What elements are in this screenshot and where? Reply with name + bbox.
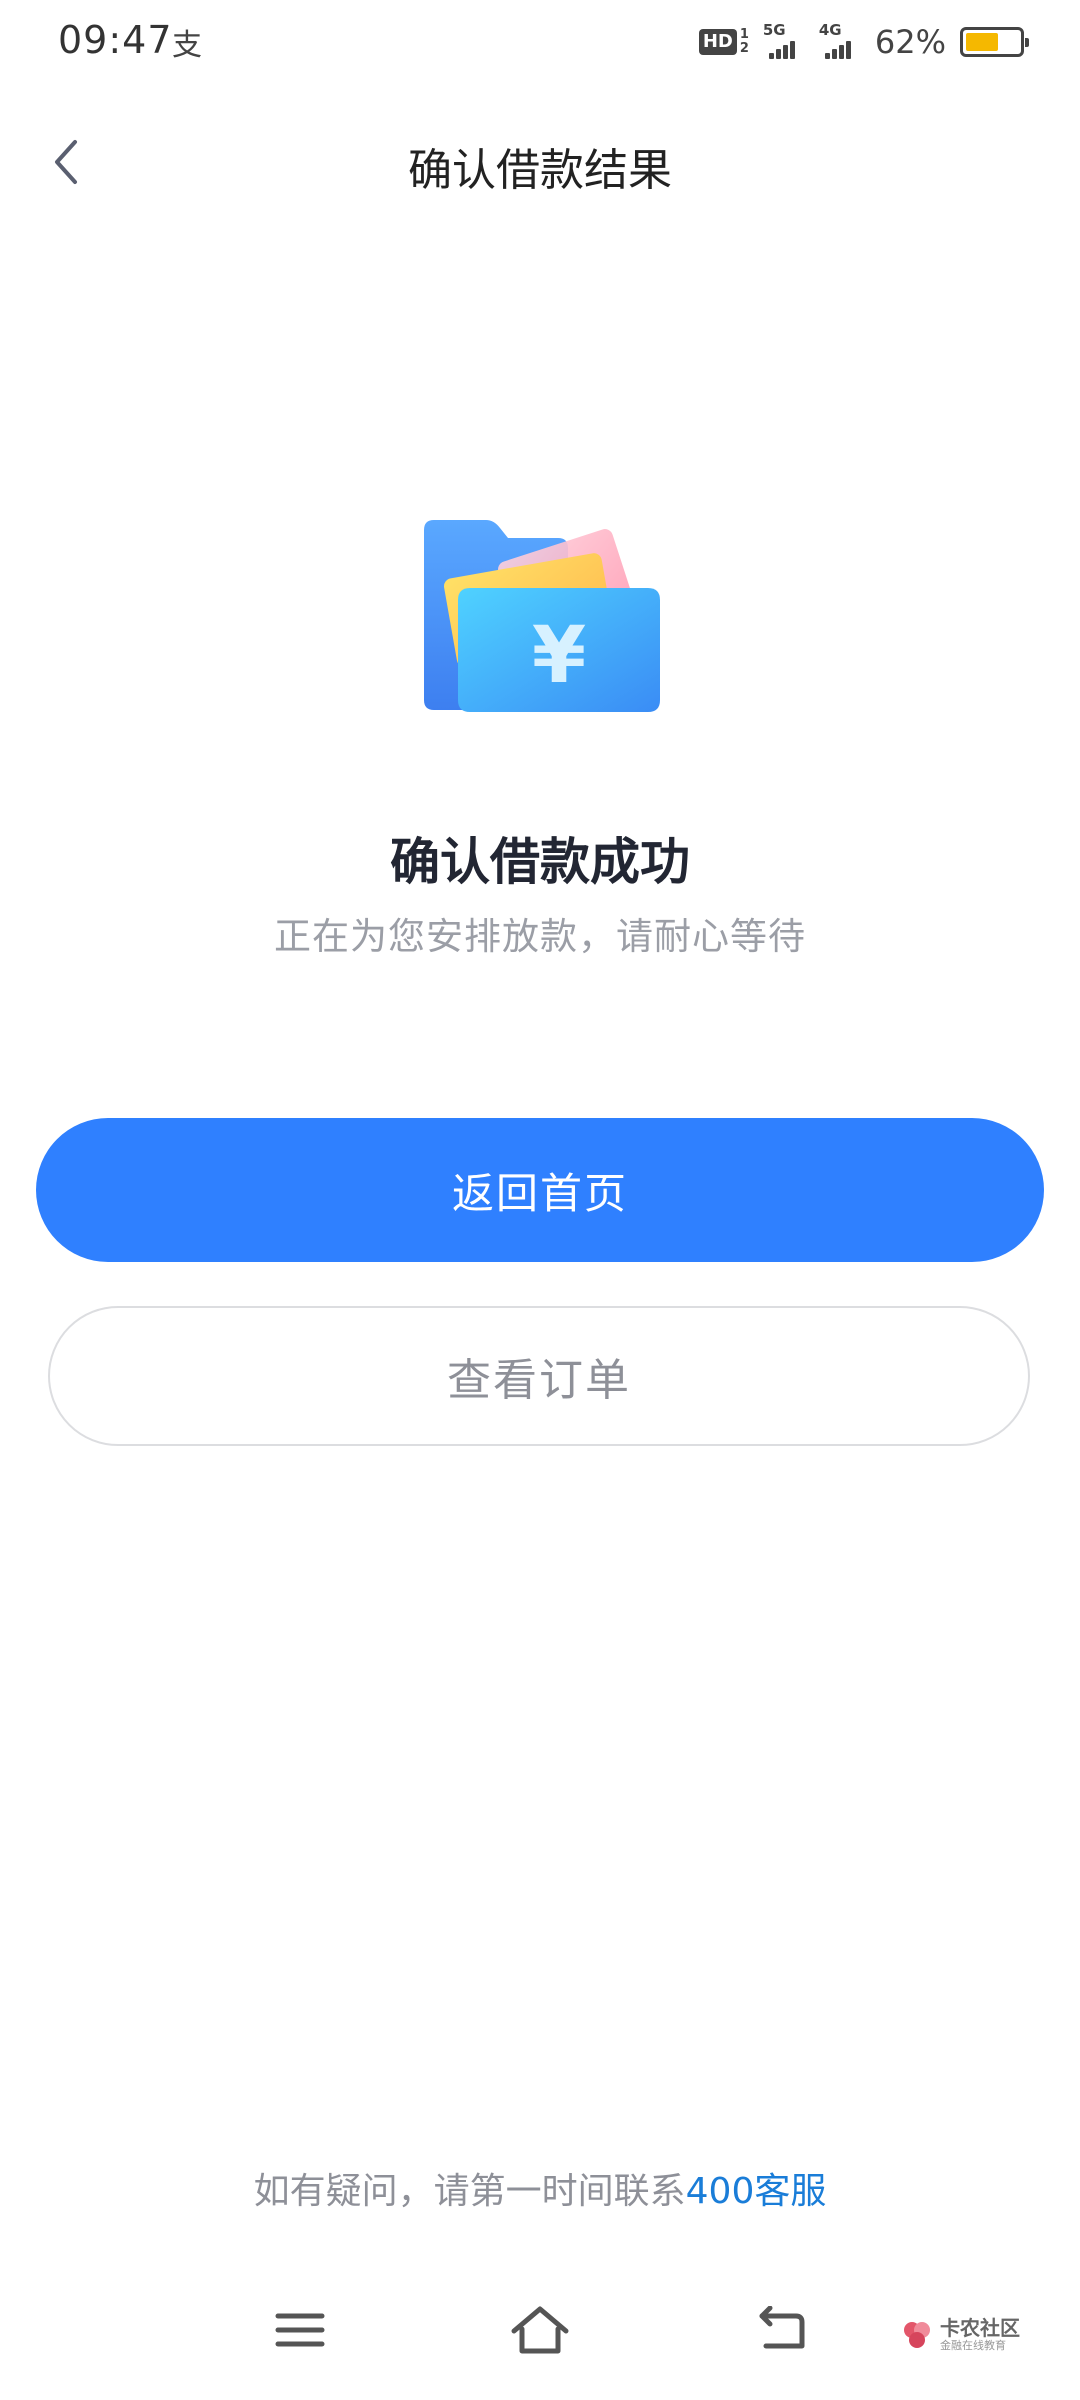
kanong-watermark-logo: 卡农社区 金融在线教育 — [900, 2310, 1030, 2360]
watermark-text: 卡农社区 金融在线教育 — [940, 2317, 1020, 2353]
app-header: 确认借款结果 — [0, 110, 1080, 220]
signal-5g-icon: 5G — [763, 21, 805, 59]
back-arrow-icon — [759, 2306, 805, 2349]
alipay-notification-icon: 支 — [172, 28, 202, 63]
signal-4g-icon: 4G — [819, 21, 861, 59]
customer-service-link[interactable]: 400客服 — [686, 2171, 827, 2212]
hd-voice-icon: HD 1 2 — [698, 28, 749, 56]
battery-tip — [1025, 38, 1029, 47]
result-subtitle: 正在为您安排放款，请耐心等待 — [274, 915, 806, 958]
help-line: 如有疑问，请第一时间联系400客服 — [0, 2162, 1080, 2214]
nav-back-button[interactable] — [740, 2290, 820, 2370]
hd-sub-top: 1 — [739, 27, 749, 42]
nav-home-button[interactable] — [500, 2290, 580, 2370]
signal-bar — [831, 49, 837, 59]
home-icon — [511, 2306, 569, 2354]
signal-bar — [782, 45, 788, 59]
signal-5g-label: 5G — [762, 21, 786, 39]
signal-4g-label: 4G — [818, 21, 842, 39]
battery-icon — [960, 27, 1029, 57]
signal-bar — [845, 41, 851, 59]
menu-icon — [275, 2313, 325, 2347]
help-prefix: 如有疑问，请第一时间联系 — [253, 2171, 686, 2212]
signal-bar — [838, 45, 844, 59]
watermark-sub: 金融在线教育 — [940, 2339, 1006, 2352]
signal-bar — [789, 41, 795, 59]
battery-percent: 62% — [874, 23, 946, 61]
hd-label: HD — [698, 29, 737, 55]
wallet-yuan-icon: ¥ — [408, 500, 668, 730]
nav-menu-button[interactable] — [260, 2290, 340, 2370]
status-time: 09:47 — [58, 18, 173, 62]
status-bar: 09:47 支 HD 1 2 5G 4G 62% — [0, 0, 1080, 84]
signal-bar — [768, 53, 774, 59]
status-indicators: HD 1 2 5G 4G 62% — [698, 20, 1029, 64]
result-title: 确认借款成功 — [390, 833, 690, 891]
view-order-button[interactable]: 查看订单 — [48, 1306, 1030, 1446]
page: 09:47 支 HD 1 2 5G 4G 62% 确认借款结果 ¥ 确认借款成功… — [0, 0, 1080, 2400]
watermark-main: 卡农社区 — [940, 2316, 1020, 2340]
hd-sub-bottom: 2 — [739, 41, 749, 56]
signal-bar — [824, 53, 830, 59]
signal-bar — [775, 49, 781, 59]
page-title: 确认借款结果 — [408, 145, 672, 196]
return-home-button[interactable]: 返回首页 — [36, 1118, 1044, 1262]
hd-sim-index: 1 2 — [740, 28, 749, 56]
battery-level — [966, 33, 998, 51]
svg-text:¥: ¥ — [532, 611, 586, 701]
kanong-logo-icon — [904, 2322, 930, 2348]
